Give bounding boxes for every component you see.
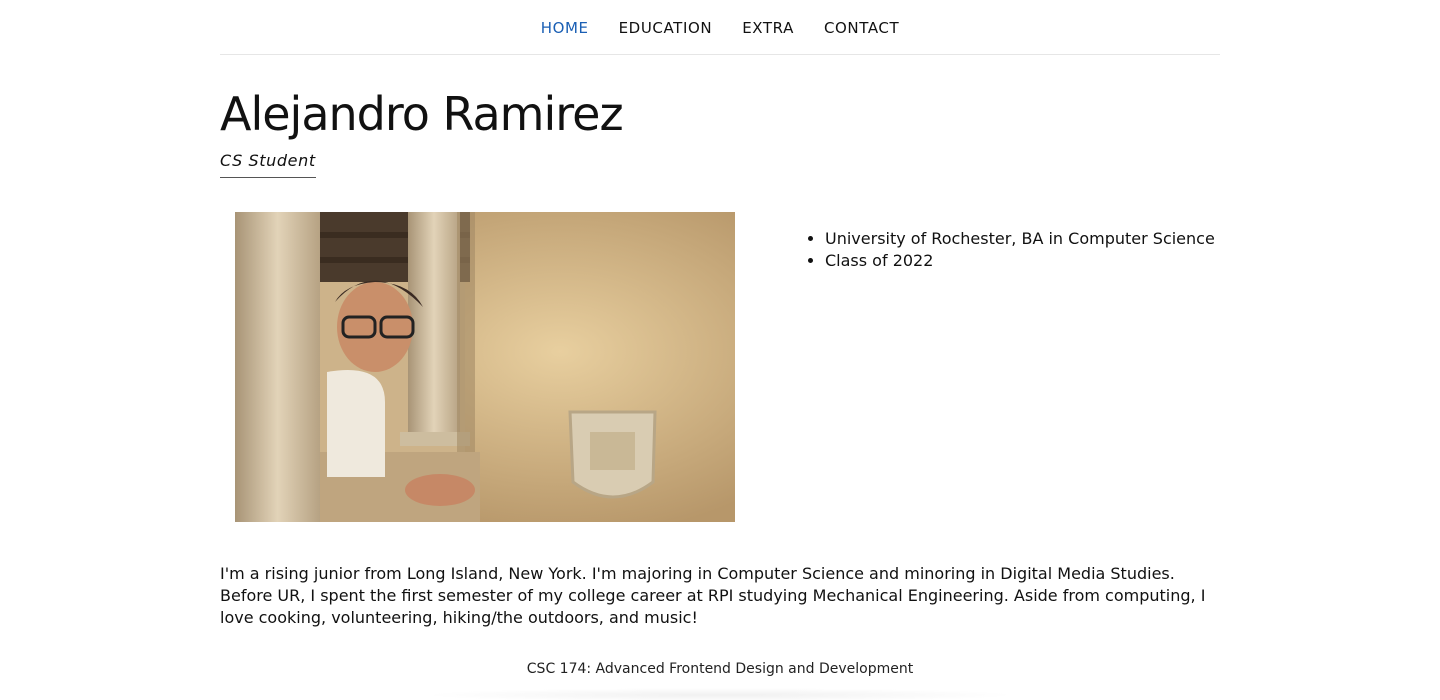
nav-link-home[interactable]: HOME — [541, 19, 589, 37]
list-item: University of Rochester, BA in Computer … — [825, 228, 1215, 250]
page-title: Alejandro Ramirez — [220, 87, 624, 141]
page-container: HOME EDUCATION EXTRA CONTACT Alejandro R… — [220, 0, 1220, 700]
page-subtitle: CS Student — [220, 151, 316, 178]
profile-photo — [235, 212, 735, 522]
bio-paragraph: I'm a rising junior from Long Island, Ne… — [220, 564, 1206, 627]
top-navigation: HOME EDUCATION EXTRA CONTACT — [220, 0, 1220, 55]
facts-list: University of Rochester, BA in Computer … — [807, 228, 1215, 272]
nav-link-extra[interactable]: EXTRA — [742, 19, 794, 37]
footer-text: CSC 174: Advanced Frontend Design and De… — [526, 661, 914, 677]
nav-link-education[interactable]: EDUCATION — [619, 19, 713, 37]
nav-link-contact[interactable]: CONTACT — [824, 19, 899, 37]
footer-divider — [420, 688, 1020, 700]
list-item: Class of 2022 — [825, 250, 1215, 272]
